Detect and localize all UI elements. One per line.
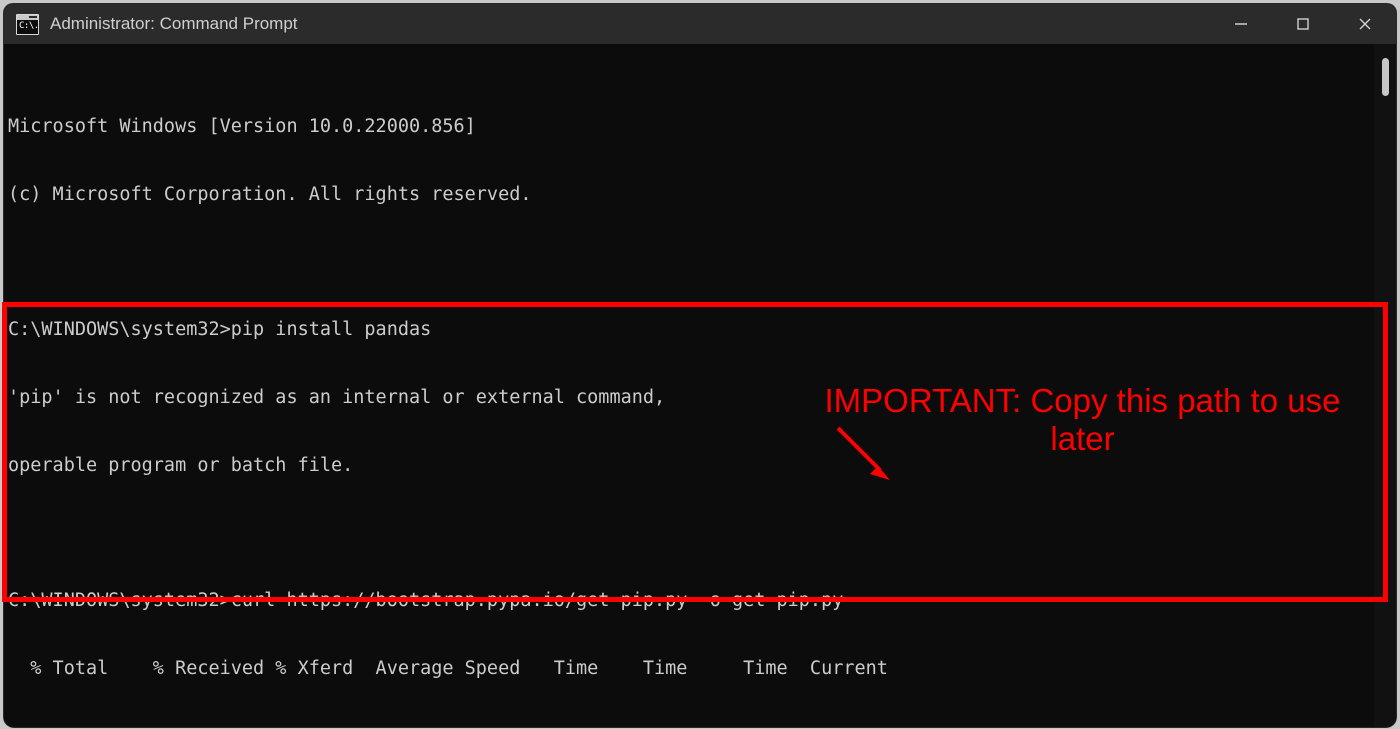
window-titlebar[interactable]: C:\. Administrator: Command Prompt: [4, 4, 1396, 44]
terminal-line: % Total % Received % Xferd Average Speed…: [8, 658, 1368, 681]
terminal-blank-line: [8, 522, 1368, 545]
annotation-note: IMPORTANT: Copy this path to use later: [795, 382, 1370, 458]
terminal-blank-line: [8, 251, 1368, 274]
terminal-line: Microsoft Windows [Version 10.0.22000.85…: [8, 116, 1368, 139]
terminal-line: C:\WINDOWS\system32>pip install pandas: [8, 319, 1368, 342]
minimize-icon: [1232, 15, 1250, 33]
terminal-line: (c) Microsoft Corporation. All rights re…: [8, 184, 1368, 207]
window-title: Administrator: Command Prompt: [50, 14, 298, 34]
terminal-line: Dload Upload Total Spent Left Speed: [8, 726, 1368, 727]
maximize-button[interactable]: [1272, 4, 1334, 44]
command-prompt-icon: C:\.: [16, 14, 39, 35]
window-controls: [1210, 4, 1396, 44]
scrollbar-thumb[interactable]: [1382, 58, 1389, 96]
icon-titlebar-stripe: [17, 15, 38, 20]
terminal-line: C:\WINDOWS\system32>curl https://bootstr…: [8, 590, 1368, 613]
close-button[interactable]: [1334, 4, 1396, 44]
terminal-scrollbar[interactable]: [1374, 44, 1396, 727]
terminal-line: operable program or batch file.: [8, 455, 1368, 478]
minimize-button[interactable]: [1210, 4, 1272, 44]
screen-root: C:\. Administrator: Command Prompt: [0, 0, 1400, 729]
maximize-icon: [1294, 15, 1312, 33]
icon-prompt-glyph: C:\.: [19, 21, 39, 31]
close-icon: [1356, 15, 1374, 33]
command-prompt-window: C:\. Administrator: Command Prompt: [4, 4, 1396, 727]
